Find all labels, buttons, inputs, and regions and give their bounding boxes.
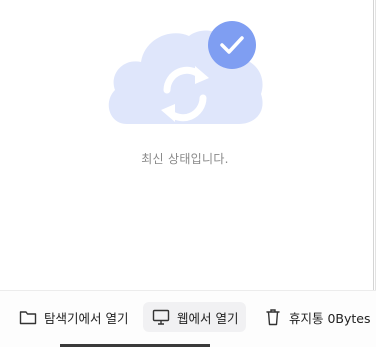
status-message: 최신 상태입니다. (141, 152, 229, 166)
footer-toolbar: 탐색기에서 열기 웹에서 열기 휴지통 0Bytes (0, 290, 376, 347)
sync-status-panel: 최신 상태입니다. 탐색기에서 열기 웹에서 열기 휴지통 0Bytes (0, 0, 376, 347)
trash-icon (263, 307, 283, 327)
status-area: 최신 상태입니다. (0, 0, 376, 280)
trash-label: 휴지통 0Bytes (289, 310, 371, 326)
open-in-web-label: 웹에서 열기 (177, 310, 239, 326)
open-in-web-button[interactable]: 웹에서 열기 (143, 302, 247, 332)
check-badge (208, 21, 256, 69)
open-in-explorer-label: 탐색기에서 열기 (44, 310, 129, 326)
trash-button[interactable]: 휴지통 0Bytes (255, 302, 376, 332)
monitor-icon (151, 307, 171, 327)
folder-icon (18, 307, 38, 327)
cloud-sync-icon (108, 21, 263, 124)
open-in-explorer-button[interactable]: 탐색기에서 열기 (10, 302, 136, 332)
